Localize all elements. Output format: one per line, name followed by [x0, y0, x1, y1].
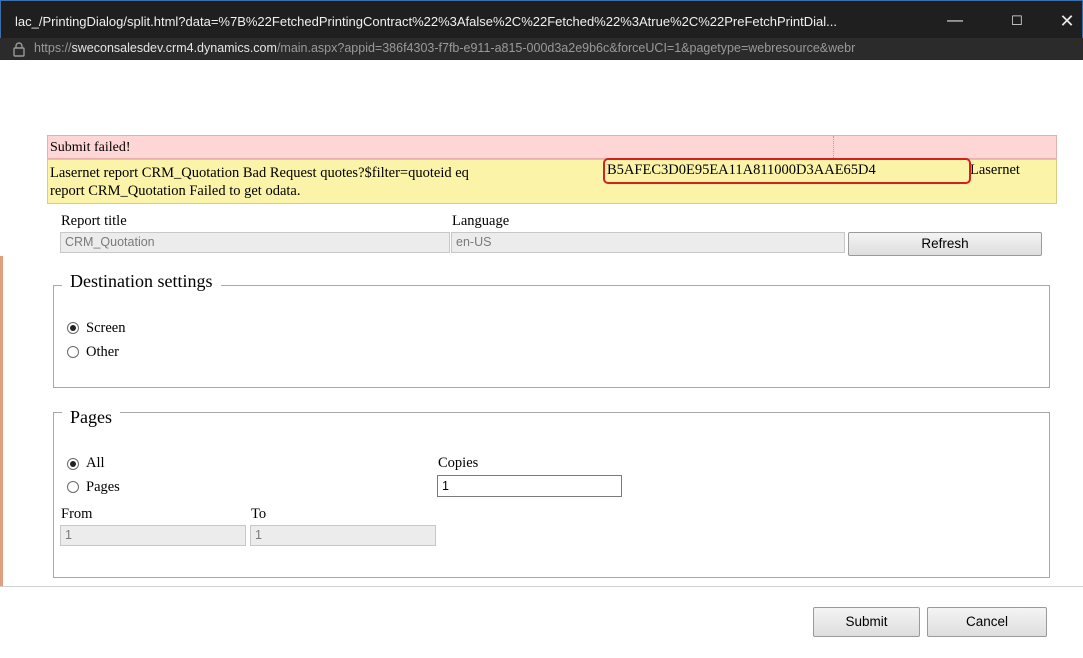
error-heading-bar: Submit failed! — [47, 135, 1057, 159]
to-label: To — [251, 506, 267, 522]
close-button[interactable]: ✕ — [1044, 7, 1083, 35]
error-separator — [833, 136, 834, 158]
error-heading: Submit failed! — [50, 140, 131, 155]
screen-radio[interactable] — [67, 322, 79, 334]
maximize-button[interactable]: ☐ — [994, 7, 1040, 35]
submit-button[interactable]: Submit — [813, 607, 920, 637]
language-label: Language — [452, 213, 510, 229]
error-message-line2: report CRM_Quotation Failed to get odata… — [50, 183, 301, 199]
url-scheme: https:// — [34, 41, 72, 55]
report-title-label: Report title — [61, 213, 127, 229]
url-host: sweconsalesdev.crm4.dynamics.com — [71, 41, 277, 55]
minimize-button[interactable]: — — [932, 7, 978, 35]
from-field: 1 — [60, 525, 246, 546]
left-edge-accent — [0, 256, 3, 586]
error-message-suffix: Lasernet — [970, 162, 1020, 178]
footer-divider — [0, 586, 1083, 587]
report-title-field: CRM_Quotation — [60, 232, 450, 253]
all-pages-radio-label[interactable]: All — [86, 455, 105, 472]
refresh-button[interactable]: Refresh — [848, 232, 1042, 256]
copies-input[interactable] — [437, 475, 622, 497]
screen-radio-label[interactable]: Screen — [86, 320, 125, 337]
destination-settings-legend: Destination settings — [62, 271, 221, 292]
other-radio-label[interactable]: Other — [86, 344, 119, 361]
other-radio[interactable] — [67, 346, 79, 358]
pages-legend: Pages — [62, 407, 120, 428]
copies-label: Copies — [438, 455, 479, 471]
to-field: 1 — [250, 525, 436, 546]
language-field: en-US — [451, 232, 845, 253]
destination-settings-group — [53, 285, 1050, 388]
lock-icon — [13, 42, 25, 57]
address-bar[interactable]: https://sweconsalesdev.crm4.dynamics.com… — [0, 38, 1083, 60]
quote-id-highlight — [603, 158, 971, 184]
url-path: /main.aspx?appid=386f4303-f7fb-e911-a815… — [276, 41, 856, 55]
window-title: lac_/PrintingDialog/split.html?data=%7B%… — [15, 14, 837, 29]
url-text[interactable]: https://sweconsalesdev.crm4.dynamics.com… — [34, 41, 1079, 55]
page-range-radio-label[interactable]: Pages — [86, 479, 120, 496]
cancel-button[interactable]: Cancel — [927, 607, 1047, 637]
from-label: From — [61, 506, 93, 522]
page-range-radio[interactable] — [67, 481, 79, 493]
error-message-prefix: Lasernet report CRM_Quotation Bad Reques… — [50, 165, 469, 181]
all-pages-radio[interactable] — [67, 458, 79, 470]
